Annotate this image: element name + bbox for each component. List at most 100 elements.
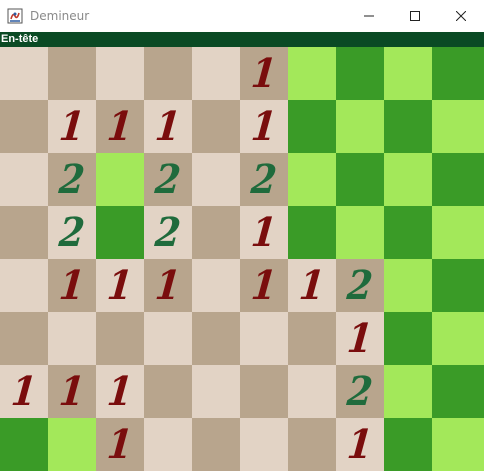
revealed-cell-empty[interactable]: [288, 418, 336, 471]
hidden-cell[interactable]: [96, 206, 144, 259]
cell-number: 2: [153, 208, 183, 256]
revealed-cell-number[interactable]: 1: [240, 206, 288, 259]
hidden-cell[interactable]: [288, 47, 336, 100]
revealed-cell-empty[interactable]: [144, 47, 192, 100]
minesweeper-board: 111112222211111121111211: [0, 47, 484, 472]
revealed-cell-empty[interactable]: [288, 365, 336, 418]
revealed-cell-empty[interactable]: [192, 100, 240, 153]
revealed-cell-empty[interactable]: [48, 47, 96, 100]
revealed-cell-number[interactable]: 1: [96, 418, 144, 471]
revealed-cell-empty[interactable]: [288, 312, 336, 365]
hidden-cell[interactable]: [336, 47, 384, 100]
revealed-cell-number[interactable]: 1: [48, 259, 96, 312]
revealed-cell-number[interactable]: 2: [336, 259, 384, 312]
minimize-icon: [364, 15, 374, 17]
revealed-cell-empty[interactable]: [240, 312, 288, 365]
hidden-cell[interactable]: [96, 153, 144, 206]
title-bar[interactable]: Demineur: [0, 0, 484, 32]
revealed-cell-empty[interactable]: [192, 312, 240, 365]
revealed-cell-number[interactable]: 1: [240, 259, 288, 312]
hidden-cell[interactable]: [288, 100, 336, 153]
hidden-cell[interactable]: [384, 100, 432, 153]
hidden-cell[interactable]: [336, 153, 384, 206]
revealed-cell-empty[interactable]: [144, 365, 192, 418]
hidden-cell[interactable]: [432, 259, 484, 312]
revealed-cell-empty[interactable]: [0, 206, 48, 259]
hidden-cell[interactable]: [288, 153, 336, 206]
revealed-cell-number[interactable]: 2: [336, 365, 384, 418]
cell-number: 1: [105, 261, 135, 309]
revealed-cell-empty[interactable]: [144, 312, 192, 365]
revealed-cell-empty[interactable]: [0, 312, 48, 365]
window-title: Demineur: [30, 9, 90, 23]
hidden-cell[interactable]: [432, 418, 484, 471]
revealed-cell-number[interactable]: 1: [288, 259, 336, 312]
revealed-cell-number[interactable]: 1: [144, 259, 192, 312]
java-app-icon: [7, 8, 23, 24]
hidden-cell[interactable]: [384, 312, 432, 365]
cell-number: 1: [153, 261, 183, 309]
revealed-cell-number[interactable]: 1: [336, 418, 384, 471]
hidden-cell[interactable]: [432, 365, 484, 418]
cell-number: 1: [249, 261, 279, 309]
maximize-icon: [410, 11, 420, 21]
close-button[interactable]: [438, 0, 484, 32]
revealed-cell-empty[interactable]: [0, 100, 48, 153]
cell-number: 1: [249, 102, 279, 150]
hidden-cell[interactable]: [432, 100, 484, 153]
revealed-cell-number[interactable]: 2: [144, 153, 192, 206]
hidden-cell[interactable]: [384, 47, 432, 100]
revealed-cell-number[interactable]: 1: [0, 365, 48, 418]
revealed-cell-empty[interactable]: [192, 259, 240, 312]
revealed-cell-number[interactable]: 2: [144, 206, 192, 259]
hidden-cell[interactable]: [384, 153, 432, 206]
revealed-cell-number[interactable]: 1: [336, 312, 384, 365]
hidden-cell[interactable]: [384, 365, 432, 418]
cell-number: 2: [153, 155, 183, 203]
revealed-cell-number[interactable]: 1: [96, 259, 144, 312]
hidden-cell[interactable]: [336, 100, 384, 153]
revealed-cell-empty[interactable]: [192, 365, 240, 418]
revealed-cell-empty[interactable]: [48, 312, 96, 365]
revealed-cell-number[interactable]: 1: [240, 100, 288, 153]
revealed-cell-empty[interactable]: [0, 47, 48, 100]
hidden-cell[interactable]: [48, 418, 96, 471]
revealed-cell-empty[interactable]: [96, 312, 144, 365]
revealed-cell-number[interactable]: 1: [96, 100, 144, 153]
hidden-cell[interactable]: [432, 312, 484, 365]
revealed-cell-number[interactable]: 1: [48, 100, 96, 153]
revealed-cell-number[interactable]: 2: [48, 206, 96, 259]
revealed-cell-empty[interactable]: [0, 153, 48, 206]
cell-number: 1: [249, 49, 279, 97]
cell-number: 1: [57, 261, 87, 309]
revealed-cell-number[interactable]: 2: [48, 153, 96, 206]
hidden-cell[interactable]: [288, 206, 336, 259]
hidden-cell[interactable]: [432, 206, 484, 259]
revealed-cell-empty[interactable]: [0, 259, 48, 312]
revealed-cell-empty[interactable]: [192, 153, 240, 206]
hidden-cell[interactable]: [432, 47, 484, 100]
cell-number: 1: [345, 420, 375, 468]
hidden-cell[interactable]: [336, 206, 384, 259]
maximize-button[interactable]: [392, 0, 438, 32]
hidden-cell[interactable]: [384, 418, 432, 471]
revealed-cell-empty[interactable]: [192, 418, 240, 471]
revealed-cell-number[interactable]: 1: [96, 365, 144, 418]
minimize-button[interactable]: [346, 0, 392, 32]
revealed-cell-number[interactable]: 1: [144, 100, 192, 153]
cell-number: 1: [249, 208, 279, 256]
revealed-cell-empty[interactable]: [96, 47, 144, 100]
revealed-cell-empty[interactable]: [240, 418, 288, 471]
revealed-cell-empty[interactable]: [192, 206, 240, 259]
hidden-cell[interactable]: [384, 259, 432, 312]
hidden-cell[interactable]: [0, 418, 48, 471]
hidden-cell[interactable]: [384, 206, 432, 259]
revealed-cell-number[interactable]: 1: [48, 365, 96, 418]
header-bar: En-tête: [0, 32, 484, 47]
revealed-cell-empty[interactable]: [240, 365, 288, 418]
hidden-cell[interactable]: [432, 153, 484, 206]
revealed-cell-empty[interactable]: [192, 47, 240, 100]
revealed-cell-number[interactable]: 2: [240, 153, 288, 206]
revealed-cell-number[interactable]: 1: [240, 47, 288, 100]
revealed-cell-empty[interactable]: [144, 418, 192, 471]
